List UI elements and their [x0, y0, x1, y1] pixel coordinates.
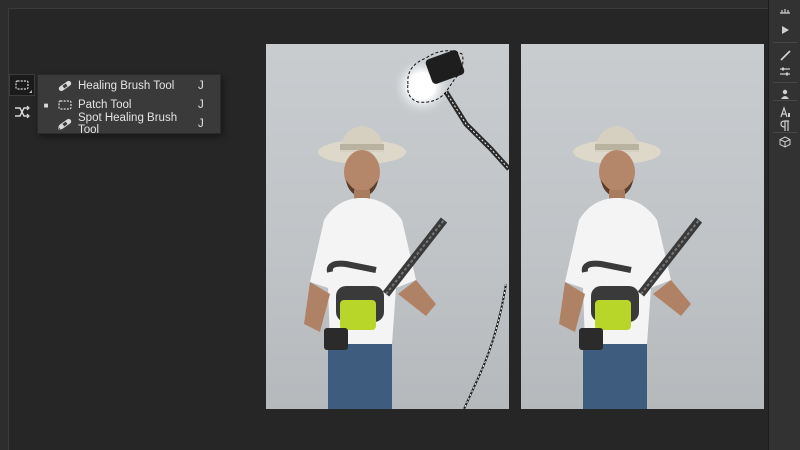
adjustments-button[interactable]: [775, 64, 795, 80]
flyout-item-shortcut: J: [198, 99, 204, 111]
flyout-item-spot-healing-brush[interactable]: Spot Healing Brush Tool J: [38, 112, 220, 136]
panel-toggle-button[interactable]: [775, 2, 795, 18]
content-aware-move-tool-button[interactable]: [9, 101, 35, 123]
flyout-item-healing-brush[interactable]: Healing Brush Tool J: [38, 76, 220, 96]
patch-icon: [58, 100, 72, 110]
photo-after[interactable]: [521, 44, 764, 409]
paragraph-icon: [780, 120, 789, 131]
person-icon: [781, 89, 789, 99]
photo-before[interactable]: [266, 44, 509, 409]
play-action-button[interactable]: [775, 22, 795, 38]
healing-tools-flyout-menu: Healing Brush Tool J ■ Patch Tool J Spot…: [37, 74, 221, 136]
sliders-icon: [780, 67, 790, 76]
ruler-icon: [780, 9, 790, 14]
cube-icon: [779, 136, 791, 148]
horizontal-ruler[interactable]: [0, 0, 768, 9]
flyout-item-label: Healing Brush Tool: [78, 80, 175, 92]
patch-tool-button[interactable]: [9, 74, 35, 96]
patch-icon: [15, 80, 29, 90]
brush-settings-button[interactable]: [775, 48, 795, 64]
vertical-ruler[interactable]: [0, 8, 9, 450]
flyout-item-shortcut: J: [198, 80, 204, 92]
content-aware-move-icon: [15, 105, 30, 119]
tool-group-indicator: [29, 90, 32, 93]
character-icon: [780, 106, 790, 118]
selected-bullet: ■: [43, 100, 49, 110]
brush-icon: [780, 50, 791, 61]
3d-panel-button[interactable]: [775, 134, 795, 150]
spot-healing-brush-icon: [57, 118, 72, 131]
panel-icon-strip: [768, 0, 800, 450]
photo-before-image: [304, 50, 509, 409]
flyout-item-shortcut: J: [198, 118, 204, 130]
healing-brush-icon: [58, 80, 72, 92]
flyout-item-label: Patch Tool: [78, 99, 132, 111]
photo-after-image: [559, 126, 703, 409]
play-icon: [782, 26, 789, 34]
flyout-item-label: Spot Healing Brush Tool: [78, 112, 178, 136]
